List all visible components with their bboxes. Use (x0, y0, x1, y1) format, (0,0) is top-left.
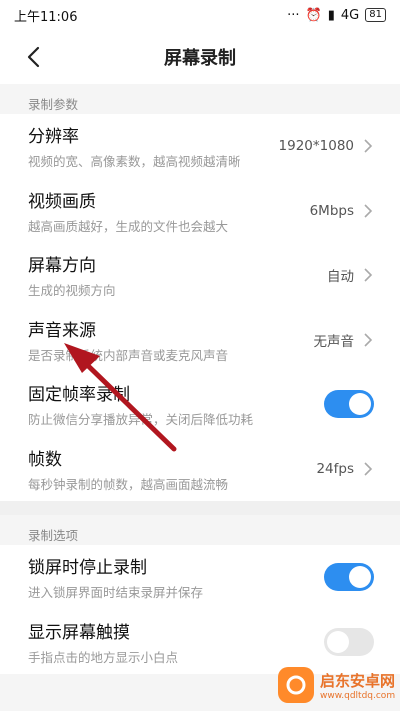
toggle-knob (327, 630, 349, 653)
toggle-switch[interactable] (324, 627, 374, 656)
chevron-right-icon (364, 333, 373, 347)
chevron-right-icon (364, 204, 373, 218)
row-text: 锁屏时停止录制进入锁屏界面时结束录屏并保存 (28, 553, 324, 601)
back-button[interactable] (18, 42, 48, 72)
row-subtitle: 每秒钟录制的帧数，越高画面越流畅 (28, 476, 229, 492)
row-value: 6Mbps (309, 202, 354, 219)
row-text: 显示屏幕触摸 手指点击的地方显示小白点 (28, 618, 324, 666)
row-title: 帧数 (28, 449, 62, 470)
toggle-switch[interactable] (324, 563, 374, 592)
settings-row[interactable]: 帧数 每秒钟录制的帧数，越高画面越流畅 24fps (0, 437, 400, 502)
watermark: 启东安卓网 www.qdltdq.com (278, 662, 398, 708)
row-text: 声音来源是否录制系统内部声音或麦克风声音 (28, 316, 314, 364)
page-title: 屏幕录制 (164, 48, 236, 69)
row-text: 帧数每秒钟录制的帧数，越高画面越流畅 (28, 445, 316, 493)
status-icons: ··· ⏰ ▮ 4G 81 (287, 8, 386, 23)
row-title: 锁屏时停止录制 (28, 558, 147, 579)
row-title: 声音来源 (28, 320, 96, 341)
row-title: 显示屏幕触摸 (28, 622, 130, 643)
status-time: 上午11:06 (14, 9, 78, 25)
watermark-logo (278, 667, 314, 703)
row-text: 分辨率视频的宽、高像素数，越高视频越清晰 (28, 122, 279, 170)
settings-list: 分辨率 视频的宽、高像素数，越高视频越清晰 1920*1080 视频画质 越高画质越好，… (0, 114, 400, 501)
section-header: 录制选项 (0, 515, 400, 545)
chevron-right-icon (364, 462, 373, 476)
section-header: 录制参数 (0, 84, 400, 114)
row-text: 屏幕方向生成的视频方向 (28, 251, 327, 299)
row-subtitle: 进入锁屏界面时结束录屏并保存 (28, 585, 204, 601)
toggle-knob (349, 393, 371, 416)
back-arrow-icon (27, 46, 40, 68)
row-text: 视频画质越高画质越好，生成的文件也会越大 (28, 187, 310, 235)
row-value: 24fps (316, 460, 354, 477)
row-value: 1920*1080 (278, 138, 354, 155)
toggle-knob (349, 566, 371, 589)
row-title: 视频画质 (28, 191, 96, 212)
row-subtitle: 防止微信分享播放异常，关闭后降低功耗 (28, 412, 254, 428)
more-dots-icon: ··· (287, 7, 300, 23)
settings-content: 录制参数 分辨率 视频的宽、高像素数，越高视频越清晰 1920*1080 视频画质 越高画… (0, 84, 400, 674)
settings-row[interactable]: 屏幕方向 生成的视频方向 自动 (0, 243, 400, 308)
row-subtitle: 生成的视频方向 (28, 283, 116, 299)
settings-list: 锁屏时停止录制进入锁屏界面时结束录屏并保存显示屏幕触摸 手指点击的地方显示小白点 (0, 545, 400, 674)
network-label: 4G (340, 7, 360, 23)
chevron-right-icon (364, 268, 373, 282)
row-value: 无声音 (313, 333, 355, 350)
row-text: 固定帧率录制防止微信分享播放异常，关闭后降低功耗 (28, 380, 324, 428)
row-title: 屏幕方向 (28, 256, 96, 277)
watermark-title: 启东安卓网 (320, 671, 396, 690)
settings-row[interactable]: 锁屏时停止录制进入锁屏界面时结束录屏并保存 (0, 545, 400, 610)
settings-row[interactable]: 固定帧率录制防止微信分享播放异常，关闭后降低功耗 (0, 372, 400, 437)
row-subtitle: 视频的宽、高像素数，越高视频越清晰 (28, 154, 241, 170)
settings-row[interactable]: 分辨率 视频的宽、高像素数，越高视频越清晰 1920*1080 (0, 114, 400, 179)
row-subtitle: 是否录制系统内部声音或麦克风声音 (28, 347, 229, 363)
settings-row[interactable]: 视频画质 越高画质越好，生成的文件也会越大 6Mbps (0, 179, 400, 244)
section-divider (0, 501, 400, 515)
row-subtitle: 越高画质越好，生成的文件也会越大 (28, 218, 229, 234)
row-value: 自动 (327, 269, 354, 286)
nav-bar: 屏幕录制 (0, 30, 400, 84)
chevron-right-icon (364, 139, 373, 153)
row-title: 分辨率 (28, 127, 79, 148)
battery-indicator: 81 (365, 8, 386, 22)
watermark-url: www.qdltdq.com (320, 690, 396, 701)
settings-row[interactable]: 声音来源 是否录制系统内部声音或麦克风声音 无声音 (0, 308, 400, 373)
signal-icon: ▮ (327, 7, 335, 23)
row-title: 固定帧率录制 (28, 385, 130, 406)
alarm-icon: ⏰ (305, 7, 322, 23)
status-bar: 上午11:06 ··· ⏰ ▮ 4G 81 (0, 0, 400, 30)
toggle-switch[interactable] (324, 390, 374, 419)
